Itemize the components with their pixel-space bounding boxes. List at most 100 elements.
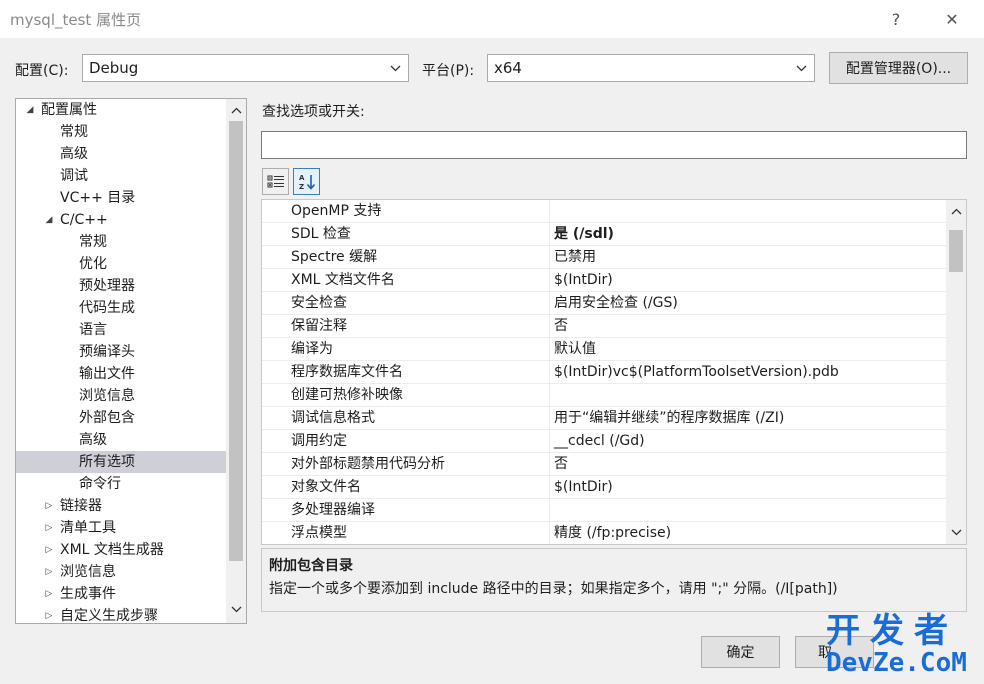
tree-item[interactable]: 外部包含	[16, 407, 226, 429]
categorized-view-button[interactable]	[262, 168, 289, 195]
grid-row[interactable]: 调用约定 __cdecl (/Gd)	[262, 430, 946, 453]
tree-item[interactable]: 高级	[16, 143, 226, 165]
tree-scrollbar[interactable]	[226, 99, 246, 623]
chevron-up-icon[interactable]	[226, 100, 246, 120]
grid-row[interactable]: 安全检查 启用安全检查 (/GS)	[262, 292, 946, 315]
chevron-down-icon[interactable]	[946, 522, 966, 542]
expand-arrow-icon[interactable]: ▷	[43, 605, 55, 623]
tree-item-label: 清单工具	[60, 520, 116, 536]
tree-items: ◢ 配置属性 常规 高级 调试 VC++ 目录 ◢ C/C++ 常规 优化 预处理器 代码生成 语言 预编…	[16, 99, 226, 623]
property-tree[interactable]: ◢ 配置属性 常规 高级 调试 VC++ 目录 ◢ C/C++ 常规 优化 预处理器 代码生成 语言 预编…	[15, 98, 247, 624]
tree-item[interactable]: 代码生成	[16, 297, 226, 319]
grid-row[interactable]: 对象文件名 $(IntDir)	[262, 476, 946, 499]
property-name: SDL 检查	[291, 226, 351, 242]
grid-row[interactable]: 调试信息格式 用于“编辑并继续”的程序数据库 (/ZI)	[262, 407, 946, 430]
chevron-up-icon[interactable]	[946, 201, 966, 221]
tree-item[interactable]: ▷ 自定义生成步骤	[16, 605, 226, 623]
watermark-line2: DevZe.CoM	[826, 648, 967, 678]
grid-row[interactable]: SDL 检查 是 (/sdl)	[262, 223, 946, 246]
ok-button[interactable]: 确定	[701, 636, 780, 668]
search-input[interactable]	[261, 131, 967, 159]
grid-row[interactable]: Spectre 缓解 已禁用	[262, 246, 946, 269]
tree-item[interactable]: 优化	[16, 253, 226, 275]
tree-item[interactable]: ▷ 链接器	[16, 495, 226, 517]
tree-item[interactable]: VC++ 目录	[16, 187, 226, 209]
property-value[interactable]: 是 (/sdl)	[549, 223, 944, 245]
expand-arrow-icon[interactable]: ▷	[43, 561, 55, 583]
tree-item[interactable]: 预编译头	[16, 341, 226, 363]
property-value[interactable]: 否	[549, 315, 944, 337]
property-value[interactable]: $(IntDir)vc$(PlatformToolsetVersion).pdb	[549, 361, 944, 383]
tree-scroll-thumb[interactable]	[229, 121, 243, 561]
grid-row[interactable]: 保留注释 否	[262, 315, 946, 338]
expand-arrow-icon[interactable]: ▷	[43, 495, 55, 517]
grid-scrollbar[interactable]	[946, 200, 966, 544]
tree-item[interactable]: 语言	[16, 319, 226, 341]
property-value[interactable]: 启用安全检查 (/GS)	[549, 292, 944, 314]
tree-item[interactable]: 输出文件	[16, 363, 226, 385]
tree-item[interactable]: 浏览信息	[16, 385, 226, 407]
grid-row[interactable]: 编译为 默认值	[262, 338, 946, 361]
property-name: OpenMP 支持	[291, 203, 382, 219]
config-manager-button[interactable]: 配置管理器(O)...	[829, 52, 968, 84]
expand-arrow-icon[interactable]: ▷	[43, 517, 55, 539]
property-value[interactable]	[549, 200, 944, 222]
grid-row[interactable]: 对外部标题禁用代码分析 否	[262, 453, 946, 476]
tree-item[interactable]: ◢ 配置属性	[16, 99, 226, 121]
tree-item-label: C/C++	[60, 212, 108, 228]
tree-item[interactable]: 预处理器	[16, 275, 226, 297]
tree-item[interactable]: 命令行	[16, 473, 226, 495]
collapse-arrow-icon[interactable]: ◢	[43, 209, 55, 231]
property-value-text: 否	[554, 318, 568, 334]
tree-item[interactable]: 常规	[16, 231, 226, 253]
property-name: 浮点模型	[291, 525, 347, 541]
tree-item[interactable]: ▷ 生成事件	[16, 583, 226, 605]
property-value[interactable]: 已禁用	[549, 246, 944, 268]
property-value-text: 启用安全检查 (/GS)	[554, 295, 678, 311]
tree-item-label: 预处理器	[79, 278, 135, 294]
property-value[interactable]: $(IntDir)	[549, 269, 944, 291]
collapse-arrow-icon[interactable]: ◢	[24, 99, 36, 121]
chevron-down-icon	[788, 55, 814, 81]
grid-scroll-thumb[interactable]	[949, 230, 963, 272]
property-value[interactable]: 否	[549, 453, 944, 475]
tree-item[interactable]: 高级	[16, 429, 226, 451]
expand-arrow-icon[interactable]: ▷	[43, 583, 55, 605]
tree-item[interactable]: 所有选项	[16, 451, 226, 473]
tree-item[interactable]: 调试	[16, 165, 226, 187]
grid-row[interactable]: 浮点模型 精度 (/fp:precise)	[262, 522, 946, 544]
tree-item[interactable]: ▷ 浏览信息	[16, 561, 226, 583]
tree-item-label: 语言	[79, 322, 107, 338]
property-name: 调试信息格式	[291, 410, 375, 426]
property-value[interactable]: __cdecl (/Gd)	[549, 430, 944, 452]
property-value[interactable]	[549, 384, 944, 406]
config-select[interactable]: Debug	[82, 54, 409, 82]
tree-item-label: 优化	[79, 256, 107, 272]
property-name: 对象文件名	[291, 479, 361, 495]
grid-row[interactable]: 创建可热修补映像	[262, 384, 946, 407]
property-value[interactable]: 精度 (/fp:precise)	[549, 522, 944, 544]
property-value-text: 已禁用	[554, 249, 596, 265]
property-value[interactable]	[549, 499, 944, 521]
tree-item[interactable]: ◢ C/C++	[16, 209, 226, 231]
property-grid[interactable]: OpenMP 支持 SDL 检查 是 (/sdl) Spectre 缓解 已禁用 XML …	[261, 199, 967, 545]
grid-row[interactable]: OpenMP 支持	[262, 200, 946, 223]
grid-row[interactable]: XML 文档文件名 $(IntDir)	[262, 269, 946, 292]
help-button[interactable]: ?	[882, 6, 910, 32]
tree-item[interactable]: ▷ 清单工具	[16, 517, 226, 539]
chevron-down-icon[interactable]	[226, 599, 246, 619]
tree-item-label: VC++ 目录	[60, 190, 136, 206]
tree-item[interactable]: 常规	[16, 121, 226, 143]
platform-select[interactable]: x64	[487, 54, 815, 82]
grid-row[interactable]: 多处理器编译	[262, 499, 946, 522]
alphabetical-view-button[interactable]: A Z	[293, 168, 320, 195]
svg-text:Z: Z	[299, 183, 304, 191]
grid-row[interactable]: 程序数据库文件名 $(IntDir)vc$(PlatformToolsetVers…	[262, 361, 946, 384]
tree-item[interactable]: ▷ XML 文档生成器	[16, 539, 226, 561]
expand-arrow-icon[interactable]: ▷	[43, 539, 55, 561]
property-value[interactable]: $(IntDir)	[549, 476, 944, 498]
property-value[interactable]: 用于“编辑并继续”的程序数据库 (/ZI)	[549, 407, 944, 429]
close-button[interactable]: ✕	[938, 6, 966, 32]
property-value[interactable]: 默认值	[549, 338, 944, 360]
window-title: mysql_test 属性页	[10, 11, 142, 29]
